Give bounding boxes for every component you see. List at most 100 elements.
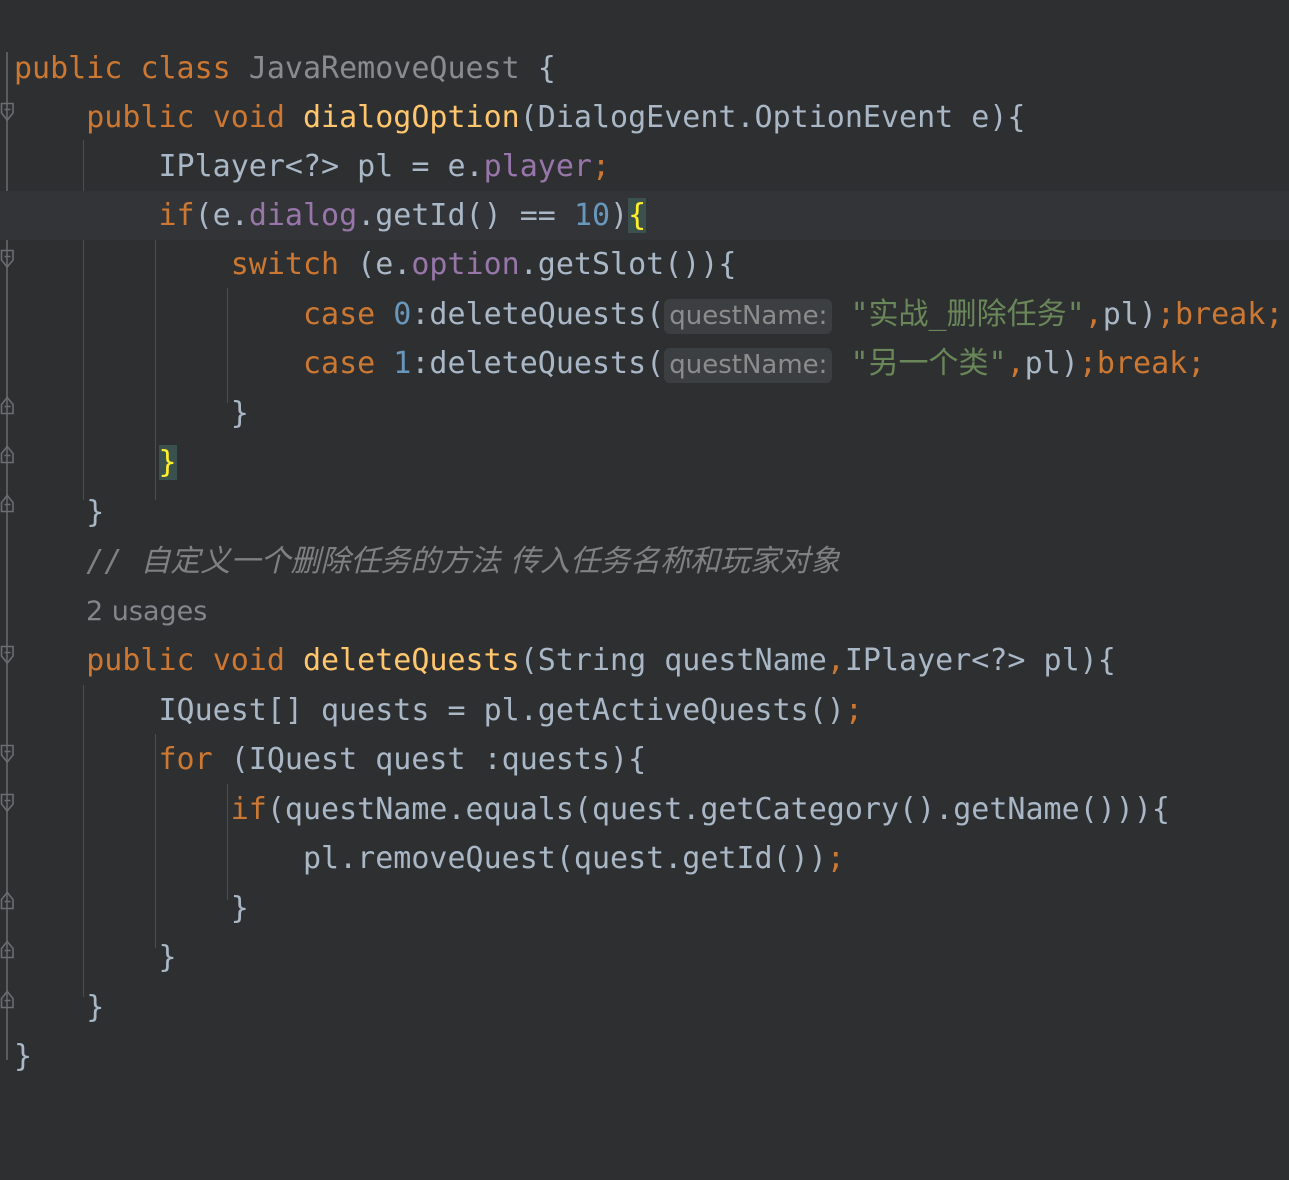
code-token: pl) <box>1024 346 1079 381</box>
matched-brace: { <box>628 198 647 233</box>
code-line[interactable]: } <box>0 983 1289 1032</box>
code-line[interactable]: if(questName.equals(quest.getCategory().… <box>0 785 1289 834</box>
code-editor[interactable]: public class JavaRemoveQuest { public vo… <box>0 0 1289 1180</box>
code-line-text: } <box>0 445 177 480</box>
code-token: (e. <box>339 247 412 282</box>
code-token: , <box>1084 297 1103 332</box>
code-token: IPlayer<?> pl = e. <box>14 149 484 184</box>
code-token: } <box>230 891 249 926</box>
code-line[interactable]: switch (e.option.getSlot()){ <box>0 240 1289 289</box>
code-line[interactable]: case 1:deleteQuests(questName: "另一个类",pl… <box>0 339 1289 388</box>
code-line[interactable]: IQuest[] quests = pl.getActiveQuests(); <box>0 686 1289 735</box>
code-token: } <box>14 1039 33 1074</box>
code-token: :deleteQuests( <box>411 346 665 381</box>
code-token: // <box>86 544 141 579</box>
code-line[interactable]: IPlayer<?> pl = e.player; <box>0 142 1289 191</box>
code-line-text: if(questName.equals(quest.getCategory().… <box>0 792 1170 827</box>
code-token: "实战_删除任务" <box>832 297 1085 332</box>
code-line[interactable]: } <box>0 933 1289 982</box>
code-line[interactable]: pl.removeQuest(quest.getId()); <box>0 834 1289 883</box>
code-line[interactable]: 2 usages <box>0 587 1289 636</box>
code-line-text: // 自定义一个删除任务的方法 传入任务名称和玩家对象 <box>0 544 840 579</box>
code-token: :deleteQuests( <box>411 297 665 332</box>
code-line-text: switch (e.option.getSlot()){ <box>0 247 737 282</box>
code-token: break <box>1096 346 1188 381</box>
code-line[interactable]: // 自定义一个删除任务的方法 传入任务名称和玩家对象 <box>0 537 1289 586</box>
code-token: public <box>14 51 123 86</box>
code-token: "另一个类" <box>832 346 1007 381</box>
code-token: (questName.equals(quest.getCategory().ge… <box>266 792 1170 827</box>
code-line-text: IPlayer<?> pl = e.player; <box>0 149 610 184</box>
code-token: player <box>483 149 592 184</box>
code-token: { <box>519 51 556 86</box>
code-line[interactable]: } <box>0 884 1289 933</box>
code-token: ; <box>1265 297 1284 332</box>
code-token: public <box>86 643 195 678</box>
code-line[interactable]: } <box>0 488 1289 537</box>
code-line[interactable]: } <box>0 389 1289 438</box>
code-line-text: } <box>0 396 249 431</box>
code-token: } <box>230 396 249 431</box>
code-token: option <box>411 247 520 282</box>
code-token: ) <box>610 198 629 233</box>
code-token: IQuest[] quests = pl.getActiveQuests() <box>14 693 845 728</box>
code-surface[interactable]: public class JavaRemoveQuest { public vo… <box>0 0 1289 1180</box>
code-line[interactable]: public class JavaRemoveQuest { <box>0 44 1289 93</box>
code-token: if <box>230 792 267 827</box>
code-token: break <box>1174 297 1266 332</box>
code-line-text: public void dialogOption(DialogEvent.Opt… <box>0 100 1025 135</box>
code-token: } <box>86 495 105 530</box>
code-token: class <box>140 51 231 86</box>
code-token: (String questName <box>519 643 827 678</box>
code-token: ; <box>591 149 611 184</box>
code-line-text: } <box>0 495 104 530</box>
usages-inlay-hint[interactable]: 2 usages <box>86 587 207 636</box>
code-token: , <box>826 643 845 678</box>
code-token: } <box>86 990 105 1025</box>
code-token: 1 <box>393 346 412 381</box>
code-token: ; <box>844 693 863 728</box>
code-token: JavaRemoveQuest <box>248 51 520 86</box>
code-token: (e. <box>194 198 249 233</box>
code-line-text: } <box>0 990 104 1025</box>
code-line[interactable]: } <box>0 1032 1289 1081</box>
code-token: void <box>212 643 285 678</box>
code-line-text: for (IQuest quest :quests){ <box>0 742 647 777</box>
parameter-name-hint[interactable]: questName: <box>664 348 833 383</box>
code-token: .getId() == <box>357 198 574 233</box>
code-line[interactable]: } <box>0 438 1289 487</box>
code-token: dialog <box>248 198 358 233</box>
code-line-text: } <box>0 891 249 926</box>
code-line[interactable]: public void dialogOption(DialogEvent.Opt… <box>0 93 1289 142</box>
code-token: if <box>158 198 195 233</box>
parameter-name-hint[interactable]: questName: <box>664 299 833 334</box>
code-line-text: IQuest[] quests = pl.getActiveQuests(); <box>0 693 863 728</box>
code-line[interactable]: public void deleteQuests(String questNam… <box>0 636 1289 685</box>
code-token: pl) <box>1102 297 1157 332</box>
code-token: (DialogEvent.OptionEvent e){ <box>519 100 1026 135</box>
code-token: IPlayer<?> pl){ <box>844 643 1116 678</box>
code-token: ; <box>1156 297 1175 332</box>
code-token: ; <box>1187 346 1206 381</box>
code-token: 10 <box>573 198 611 233</box>
code-line-text: pl.removeQuest(quest.getId()); <box>0 841 845 876</box>
code-line-text: public void deleteQuests(String questNam… <box>0 643 1116 678</box>
code-line[interactable]: if(e.dialog.getId() == 10){ <box>0 191 1289 241</box>
code-token: (IQuest quest :quests){ <box>212 742 647 777</box>
code-line[interactable]: for (IQuest quest :quests){ <box>0 735 1289 784</box>
code-line[interactable]: case 0:deleteQuests(questName: "实战_删除任务"… <box>0 290 1289 339</box>
